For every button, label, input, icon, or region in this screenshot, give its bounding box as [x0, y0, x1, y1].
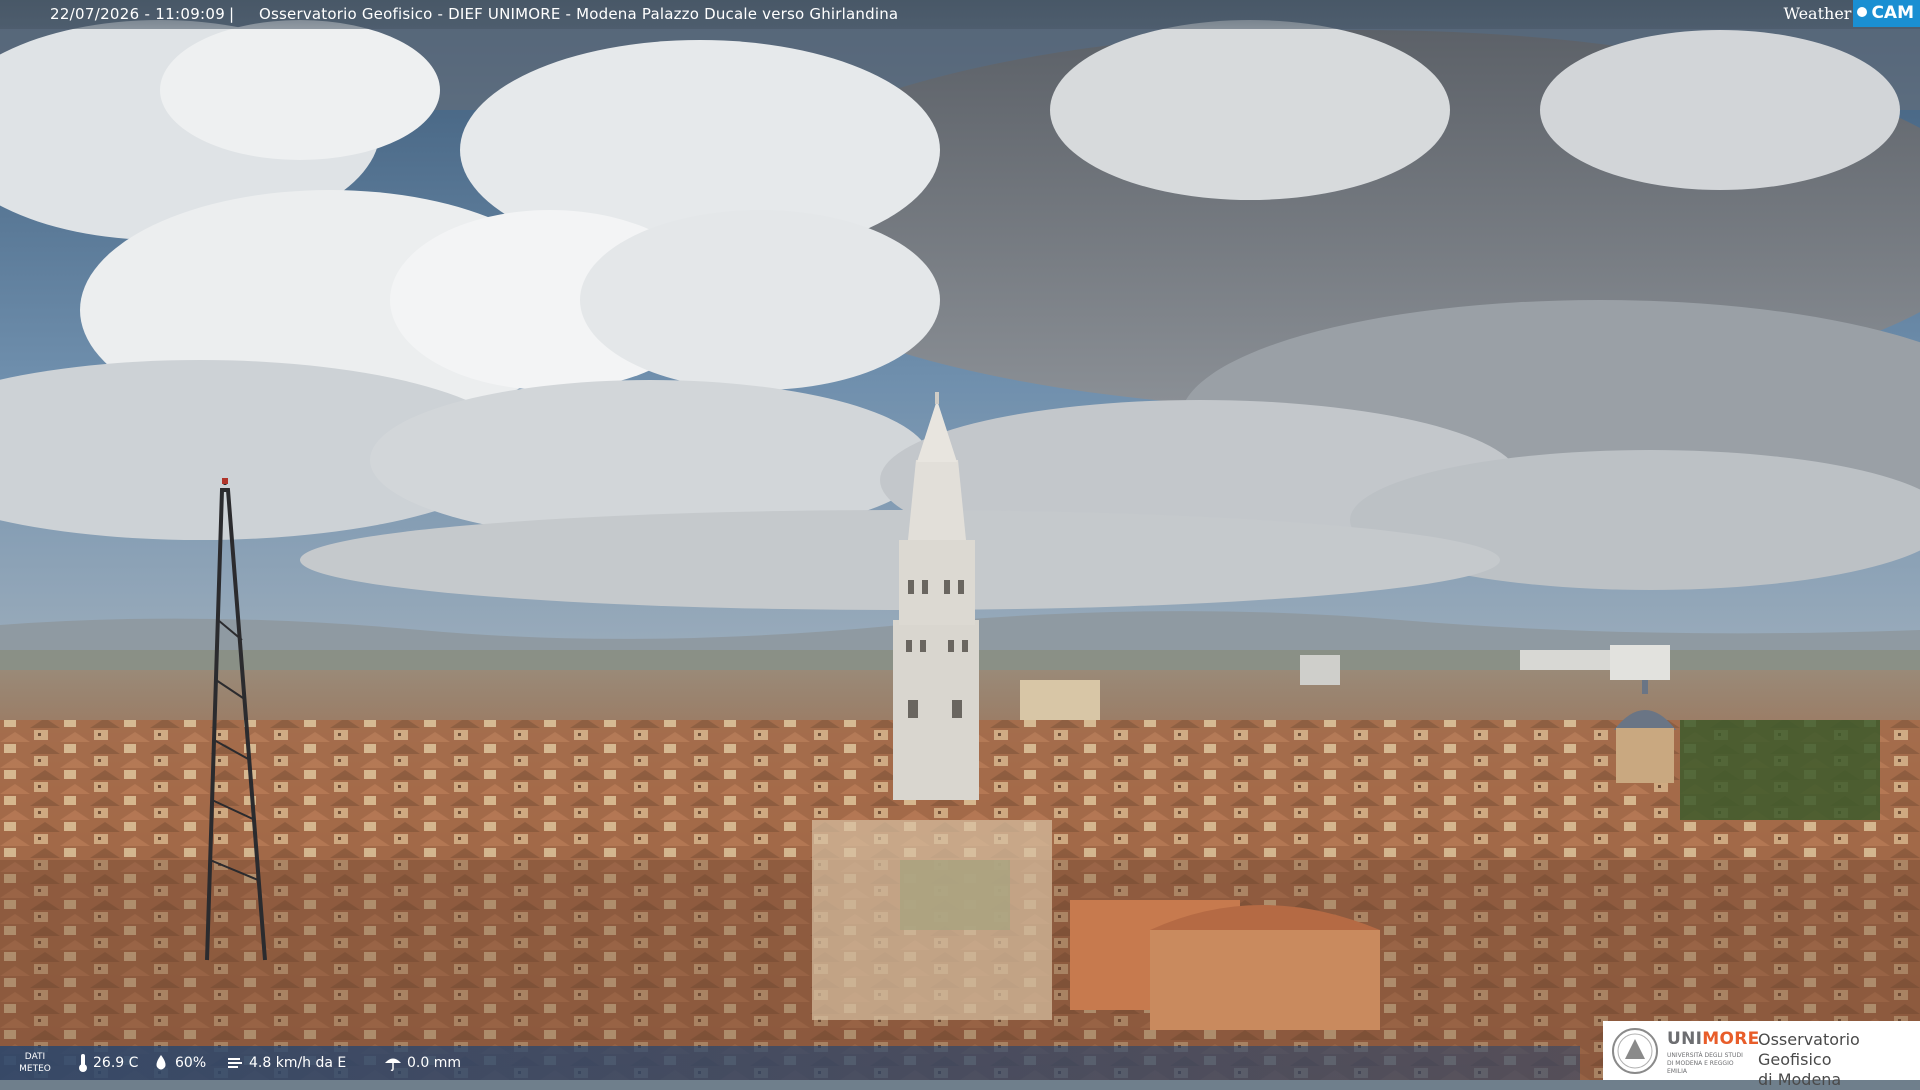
brand-cam-badge: CAM	[1853, 0, 1920, 27]
webcam-photo	[0, 0, 1920, 1080]
wind-value: 4.8 km/h da E	[249, 1055, 347, 1071]
rain-reading: 0.0 mm	[384, 1046, 461, 1080]
temperature-value: 26.9 C	[93, 1055, 139, 1071]
thermometer-icon	[79, 1054, 87, 1072]
wind-reading: 4.8 km/h da E	[226, 1046, 346, 1080]
unimore-seal-icon	[1612, 1028, 1658, 1074]
unimore-name: UNIMORE	[1667, 1029, 1760, 1049]
brand-weather-text: Weather	[1783, 4, 1852, 23]
brand-dot-icon	[1857, 7, 1868, 17]
separator: |	[229, 5, 235, 23]
rain-umbrella-icon	[385, 1058, 401, 1072]
weathercam-logo: Weather CAM	[1783, 0, 1920, 27]
timestamp: 22/07/2026 - 11:09:09	[50, 5, 226, 23]
humidity-value: 60%	[175, 1055, 207, 1071]
humidity-reading: 60%	[152, 1046, 206, 1080]
meteo-data-bar: DATI METEO 26.9 C 60% 4.8 km/h da E 0.0 …	[0, 1046, 1580, 1080]
overlay-top-bar: 22/07/2026 - 11:09:09 | Osservatorio Geo…	[0, 0, 1920, 29]
temperature-reading: 26.9 C	[78, 1046, 138, 1080]
wind-icon	[228, 1058, 242, 1068]
unimore-subtitle: UNIVERSITÀ DEGLI STUDI DI MODENA E REGGI…	[1667, 1052, 1743, 1075]
meteo-label: DATI METEO	[19, 1052, 51, 1074]
brand-cam-text: CAM	[1871, 3, 1914, 23]
observatory-name: Osservatorio Geofisico di Modena	[1758, 1030, 1860, 1089]
camera-caption: Osservatorio Geofisico - DIEF UNIMORE - …	[259, 5, 899, 23]
humidity-drop-icon	[156, 1055, 166, 1070]
rain-value: 0.0 mm	[407, 1055, 461, 1071]
unimore-observatory-logo: UNIMORE UNIVERSITÀ DEGLI STUDI DI MODENA…	[1603, 1021, 1920, 1089]
